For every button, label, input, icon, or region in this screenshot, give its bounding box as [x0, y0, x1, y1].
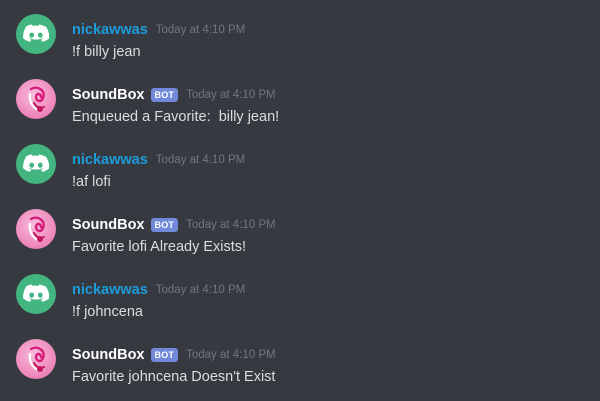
message-content: !f billy jean	[72, 44, 141, 60]
message-content: Favorite johncena Doesn't Exist	[72, 369, 276, 385]
timestamp: Today at 4:10 PM	[186, 89, 276, 101]
soundbox-avatar-icon	[28, 86, 45, 112]
username[interactable]: SoundBox	[72, 87, 145, 103]
bot-avatar[interactable]	[16, 209, 56, 249]
message-item: nickawwas Today at 4:10 PM !f johncena	[0, 266, 600, 326]
bot-avatar[interactable]	[16, 79, 56, 119]
timestamp: Today at 4:10 PM	[186, 349, 276, 361]
message-item: nickawwas Today at 4:10 PM !af lofi	[0, 136, 600, 196]
soundbox-avatar-icon	[28, 346, 45, 372]
username[interactable]: SoundBox	[72, 217, 145, 233]
message-header: nickawwas Today at 4:10 PM	[72, 149, 245, 171]
message-item: SoundBox BOT Today at 4:10 PM Enqueued a…	[0, 71, 600, 131]
timestamp: Today at 4:10 PM	[155, 24, 246, 36]
message-item: SoundBox BOT Today at 4:10 PM Favorite j…	[0, 331, 600, 391]
discord-logo-icon	[23, 154, 49, 172]
bot-badge: BOT	[150, 218, 179, 232]
message-content: !af lofi	[72, 174, 111, 190]
timestamp: Today at 4:10 PM	[155, 154, 246, 166]
message-header: SoundBox BOT Today at 4:10 PM	[72, 344, 276, 366]
username[interactable]: nickawwas	[72, 22, 148, 38]
message-header: SoundBox BOT Today at 4:10 PM	[72, 84, 276, 106]
message-header: SoundBox BOT Today at 4:10 PM	[72, 214, 276, 236]
bot-badge: BOT	[150, 88, 179, 102]
timestamp: Today at 4:10 PM	[155, 284, 246, 296]
message-header: nickawwas Today at 4:10 PM	[72, 19, 245, 41]
bot-badge: BOT	[150, 348, 179, 362]
discord-logo-icon	[23, 24, 49, 42]
user-avatar[interactable]	[16, 274, 56, 314]
username[interactable]: nickawwas	[72, 152, 148, 168]
message-content: Favorite lofi Already Exists!	[72, 239, 247, 255]
user-avatar[interactable]	[16, 144, 56, 184]
username[interactable]: SoundBox	[72, 347, 145, 363]
soundbox-avatar-icon	[28, 216, 45, 242]
bot-avatar[interactable]	[16, 339, 56, 379]
message-item: SoundBox BOT Today at 4:10 PM Favorite l…	[0, 201, 600, 261]
message-content: Enqueued a Favorite: billy jean!	[72, 109, 280, 125]
timestamp: Today at 4:10 PM	[186, 219, 276, 231]
user-avatar[interactable]	[16, 14, 56, 54]
message-content: !f johncena	[72, 304, 143, 320]
discord-logo-icon	[23, 284, 49, 302]
username[interactable]: nickawwas	[72, 282, 148, 298]
message-item: nickawwas Today at 4:10 PM !f billy jean	[0, 6, 600, 66]
message-header: nickawwas Today at 4:10 PM	[72, 279, 245, 301]
message-list: nickawwas Today at 4:10 PM !f billy jean…	[0, 0, 600, 401]
